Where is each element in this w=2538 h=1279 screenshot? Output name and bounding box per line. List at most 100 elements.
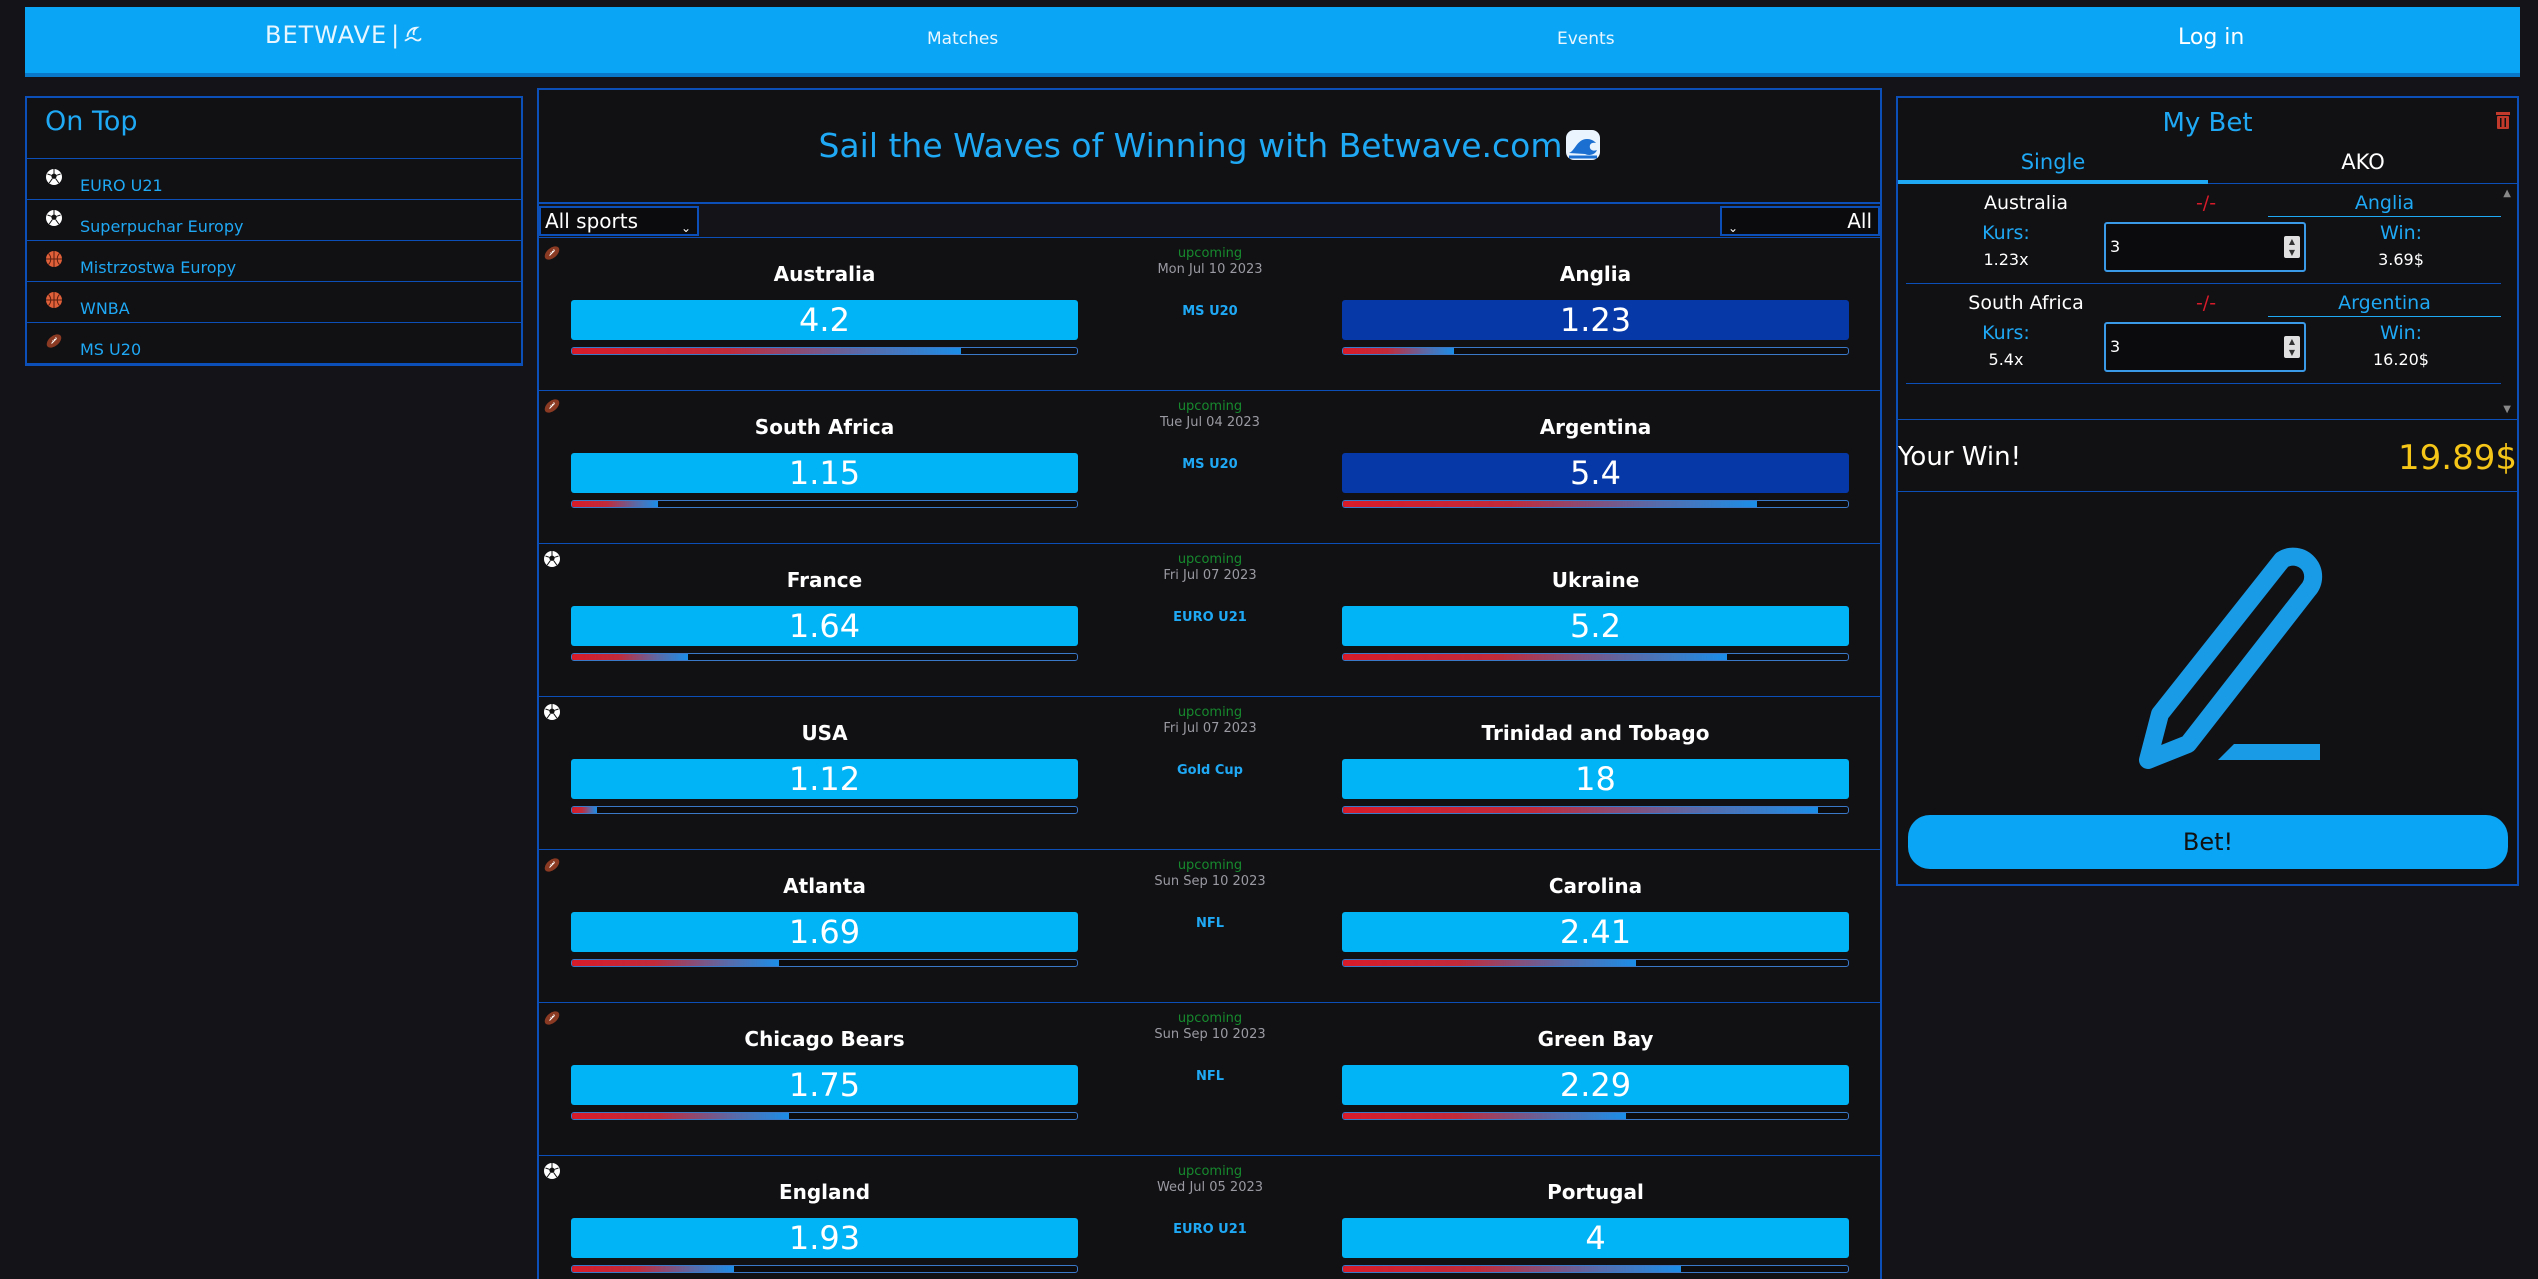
- away-odd-button[interactable]: 2.29: [1342, 1065, 1849, 1105]
- home-odd-button[interactable]: 1.64: [571, 606, 1078, 646]
- match-date: Fri Jul 07 2023: [1163, 568, 1257, 583]
- scope-select[interactable]: ⌄ All: [1720, 206, 1880, 236]
- away-odd-button[interactable]: 5.2: [1342, 606, 1849, 646]
- win-value: 3.69$: [2378, 250, 2424, 269]
- home-team-name: Chicago Bears: [744, 1027, 905, 1051]
- stake-input[interactable]: 3 ▲ ▼: [2104, 222, 2306, 272]
- my-bet-title: My Bet: [2162, 108, 2253, 138]
- soccer-ball-icon: [543, 1162, 561, 1180]
- kurs-value: 5.4x: [1988, 350, 2024, 369]
- stake-value: 3: [2110, 237, 2121, 256]
- on-top-panel: On Top EURO U21 Superpuchar Europy Mistrzo…: [25, 96, 523, 366]
- on-top-item[interactable]: Mistrzostwa Europy: [27, 242, 521, 282]
- nav-events-link[interactable]: Events: [1557, 29, 1615, 49]
- on-top-item[interactable]: Superpuchar Europy: [27, 201, 521, 241]
- tab-single[interactable]: Single: [1898, 144, 2208, 184]
- match-league: NFL: [1195, 916, 1225, 931]
- your-win-label: Your Win!: [1898, 442, 2022, 472]
- trash-icon[interactable]: [2495, 110, 2511, 130]
- kurs-label: Kurs:: [1982, 322, 2030, 344]
- login-link[interactable]: Log in: [2178, 25, 2244, 50]
- scroll-down-icon[interactable]: ▼: [2503, 404, 2511, 415]
- soccer-ball-icon: [45, 209, 63, 227]
- match-date: Tue Jul 04 2023: [1160, 415, 1260, 430]
- bet-slip-list[interactable]: ▲ Australia -/- Anglia Kurs: 1.23x 3 ▲ ▼ Win: 3.6…: [1898, 184, 2517, 420]
- home-odds-bar: [571, 806, 1078, 814]
- away-odds-bar: [1342, 347, 1849, 355]
- home-odd-button[interactable]: 1.15: [571, 453, 1078, 493]
- soccer-ball-icon: [543, 703, 561, 721]
- hero-banner: Sail the Waves of Winning with Betwave.c…: [539, 90, 1880, 204]
- bet-home-team: South Africa: [1968, 292, 2084, 314]
- away-odds-bar: [1342, 1112, 1849, 1120]
- away-odds-bar: [1342, 806, 1849, 814]
- match-date: Fri Jul 07 2023: [1163, 721, 1257, 736]
- home-odds-bar: [571, 1112, 1078, 1120]
- nav-matches-link[interactable]: Matches: [927, 29, 998, 49]
- home-odd-button[interactable]: 4.2: [571, 300, 1078, 340]
- on-top-item-label: Superpuchar Europy: [80, 217, 244, 236]
- american-football-icon: [543, 244, 561, 262]
- match-row: USA Trinidad and Tobago 1.12 18 upcoming Fri …: [539, 697, 1880, 850]
- on-top-item-label: MS U20: [80, 340, 142, 359]
- home-odd-button[interactable]: 1.75: [571, 1065, 1078, 1105]
- home-team-name: Atlanta: [783, 874, 866, 898]
- filter-bar: All sports ⌄ ⌄ All: [539, 204, 1880, 238]
- home-team-name: France: [786, 568, 863, 592]
- away-odds-bar: [1342, 959, 1849, 967]
- place-bet-button[interactable]: Bet!: [1908, 815, 2508, 869]
- away-team-name: Green Bay: [1537, 1027, 1654, 1051]
- away-team-name: Portugal: [1547, 1180, 1644, 1204]
- bet-picked-team: Argentina: [2268, 292, 2501, 317]
- match-row: England Portugal 1.93 4 upcoming Wed Jul 05 2…: [539, 1156, 1880, 1279]
- wave-icon: [404, 26, 422, 42]
- away-odd-button[interactable]: 2.41: [1342, 912, 1849, 952]
- scroll-up-icon[interactable]: ▲: [2503, 188, 2511, 199]
- your-win-value: 19.89$: [2398, 438, 2517, 478]
- stake-input[interactable]: 3 ▲ ▼: [2104, 322, 2306, 372]
- away-team-name: Anglia: [1559, 262, 1632, 286]
- bet-picked-team: Anglia: [2268, 192, 2501, 217]
- home-odd-button[interactable]: 1.12: [571, 759, 1078, 799]
- on-top-item[interactable]: EURO U21: [27, 160, 521, 200]
- bet-slip-item: South Africa -/- Argentina Kurs: 5.4x 3 ▲ ▼ Win:…: [1906, 284, 2501, 384]
- win-value: 16.20$: [2373, 350, 2429, 369]
- on-top-item-label: Mistrzostwa Europy: [80, 258, 237, 277]
- away-odd-button[interactable]: 4: [1342, 1218, 1849, 1258]
- sport-select[interactable]: All sports ⌄: [539, 206, 699, 236]
- match-date: Wed Jul 05 2023: [1156, 1180, 1264, 1195]
- on-top-divider: [27, 158, 521, 159]
- hero-title: Sail the Waves of Winning with Betwave.c…: [539, 126, 1880, 165]
- home-team-name: South Africa: [754, 415, 895, 439]
- home-team-name: England: [778, 1180, 871, 1204]
- kurs-value: 1.23x: [1983, 250, 2029, 269]
- home-team-name: USA: [801, 721, 848, 745]
- win-label: Win:: [2379, 322, 2423, 344]
- match-league: Gold Cup: [1177, 763, 1243, 778]
- match-date: Mon Jul 10 2023: [1157, 262, 1263, 277]
- bet-type-tabs: Single AKO: [1898, 144, 2517, 184]
- match-row: South Africa Argentina 1.15 5.4 upcoming Tue …: [539, 391, 1880, 544]
- stake-stepper[interactable]: ▲ ▼: [2284, 336, 2300, 358]
- away-odd-button[interactable]: 18: [1342, 759, 1849, 799]
- match-league: MS U20: [1182, 457, 1238, 472]
- away-odd-button[interactable]: 5.4: [1342, 453, 1849, 493]
- tab-ako[interactable]: AKO: [2208, 144, 2518, 180]
- away-odd-button[interactable]: 1.23: [1342, 300, 1849, 340]
- on-top-item[interactable]: MS U20: [27, 324, 521, 364]
- on-top-item[interactable]: WNBA: [27, 283, 521, 323]
- on-top-title: On Top: [45, 106, 138, 137]
- on-top-item-label: EURO U21: [80, 176, 163, 195]
- home-odd-button[interactable]: 1.93: [571, 1218, 1078, 1258]
- wave-emoji-icon: [1565, 130, 1600, 160]
- bet-slip-item: Australia -/- Anglia Kurs: 1.23x 3 ▲ ▼ Win: 3.69$: [1906, 184, 2501, 284]
- stake-stepper[interactable]: ▲ ▼: [2284, 236, 2300, 258]
- home-odd-button[interactable]: 1.69: [571, 912, 1078, 952]
- home-odds-bar: [571, 959, 1078, 967]
- match-league: NFL: [1195, 1069, 1225, 1084]
- pencil-icon: [2139, 547, 2323, 769]
- bet-home-team: Australia: [1983, 192, 2069, 214]
- match-status: upcoming: [1177, 246, 1243, 261]
- hero-title-text: Sail the Waves of Winning with Betwave.c…: [818, 126, 1563, 165]
- brand-logo[interactable]: BETWAVE |: [265, 21, 424, 49]
